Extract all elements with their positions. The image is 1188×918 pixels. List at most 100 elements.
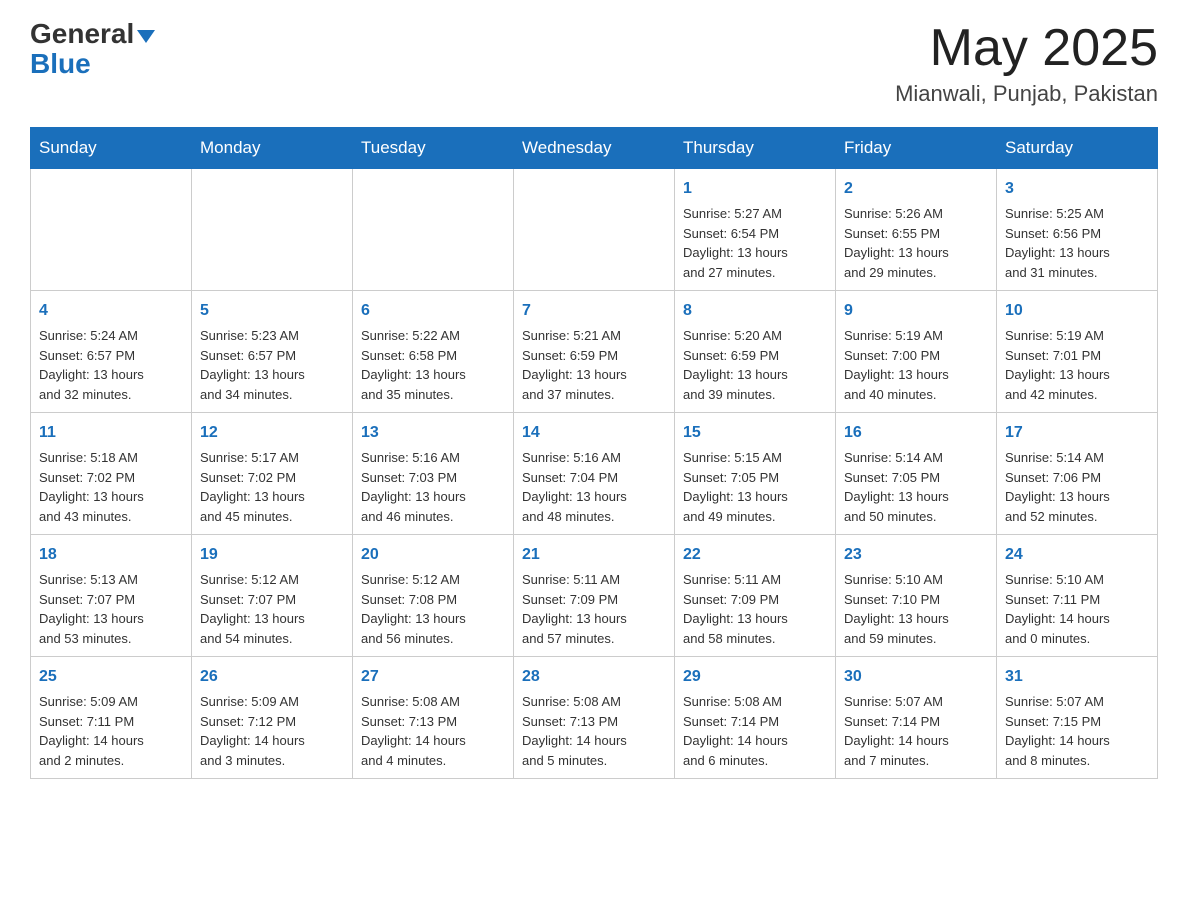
day-number: 9 [844,299,988,323]
day-number: 19 [200,543,344,567]
day-number: 24 [1005,543,1149,567]
day-number: 12 [200,421,344,445]
week-row-5: 25 Sunrise: 5:09 AM Sunset: 7:11 PM Dayli… [31,657,1158,779]
week-row-3: 11 Sunrise: 5:18 AM Sunset: 7:02 PM Dayli… [31,413,1158,535]
day-cell-22: 22 Sunrise: 5:11 AM Sunset: 7:09 PM Dayli… [675,535,836,657]
day-cell-3: 3 Sunrise: 5:25 AM Sunset: 6:56 PM Daylig… [997,169,1158,291]
location-title: Mianwali, Punjab, Pakistan [895,81,1158,107]
day-cell-12: 12Sunrise: 5:17 AM Sunset: 7:02 PM Dayli… [192,413,353,535]
day-info: Sunrise: 5:19 AM Sunset: 7:00 PM Dayligh… [844,326,988,404]
day-info: Sunrise: 5:10 AM Sunset: 7:11 PM Dayligh… [1005,570,1149,648]
day-info: Sunrise: 5:11 AM Sunset: 7:09 PM Dayligh… [522,570,666,648]
day-number: 31 [1005,665,1149,689]
day-info: Sunrise: 5:09 AM Sunset: 7:11 PM Dayligh… [39,692,183,770]
day-cell-15: 15Sunrise: 5:15 AM Sunset: 7:05 PM Dayli… [675,413,836,535]
day-number: 4 [39,299,183,323]
logo-general-text: General [30,20,155,48]
day-info: Sunrise: 5:24 AM Sunset: 6:57 PM Dayligh… [39,326,183,404]
day-cell-20: 20Sunrise: 5:12 AM Sunset: 7:08 PM Dayli… [353,535,514,657]
day-info: Sunrise: 5:26 AM Sunset: 6:55 PM Dayligh… [844,204,988,282]
day-number: 26 [200,665,344,689]
day-info: Sunrise: 5:22 AM Sunset: 6:58 PM Dayligh… [361,326,505,404]
day-cell-24: 24 Sunrise: 5:10 AM Sunset: 7:11 PM Dayli… [997,535,1158,657]
day-info: Sunrise: 5:09 AM Sunset: 7:12 PM Dayligh… [200,692,344,770]
day-number: 21 [522,543,666,567]
day-number: 2 [844,177,988,201]
day-info: Sunrise: 5:07 AM Sunset: 7:14 PM Dayligh… [844,692,988,770]
day-cell-30: 30 Sunrise: 5:07 AM Sunset: 7:14 PM Dayli… [836,657,997,779]
day-number: 23 [844,543,988,567]
day-number: 27 [361,665,505,689]
day-number: 10 [1005,299,1149,323]
header-friday: Friday [836,128,997,169]
day-cell-empty [192,169,353,291]
logo-blue-text: Blue [30,50,155,78]
header-sunday: Sunday [31,128,192,169]
day-number: 8 [683,299,827,323]
calendar-table: SundayMondayTuesdayWednesdayThursdayFrid… [30,127,1158,779]
day-cell-17: 17Sunrise: 5:14 AM Sunset: 7:06 PM Dayli… [997,413,1158,535]
day-number: 3 [1005,177,1149,201]
day-cell-19: 19 Sunrise: 5:12 AM Sunset: 7:07 PM Dayli… [192,535,353,657]
day-number: 16 [844,421,988,445]
day-info: Sunrise: 5:25 AM Sunset: 6:56 PM Dayligh… [1005,204,1149,282]
day-cell-4: 4 Sunrise: 5:24 AM Sunset: 6:57 PM Daylig… [31,291,192,413]
day-cell-13: 13 Sunrise: 5:16 AM Sunset: 7:03 PM Dayli… [353,413,514,535]
day-info: Sunrise: 5:18 AM Sunset: 7:02 PM Dayligh… [39,448,183,526]
day-info: Sunrise: 5:07 AM Sunset: 7:15 PM Dayligh… [1005,692,1149,770]
day-info: Sunrise: 5:08 AM Sunset: 7:14 PM Dayligh… [683,692,827,770]
day-cell-5: 5 Sunrise: 5:23 AM Sunset: 6:57 PM Daylig… [192,291,353,413]
header-tuesday: Tuesday [353,128,514,169]
day-info: Sunrise: 5:21 AM Sunset: 6:59 PM Dayligh… [522,326,666,404]
day-cell-29: 29Sunrise: 5:08 AM Sunset: 7:14 PM Dayli… [675,657,836,779]
day-number: 22 [683,543,827,567]
header-saturday: Saturday [997,128,1158,169]
day-info: Sunrise: 5:16 AM Sunset: 7:03 PM Dayligh… [361,448,505,526]
day-cell-25: 25 Sunrise: 5:09 AM Sunset: 7:11 PM Dayli… [31,657,192,779]
day-info: Sunrise: 5:10 AM Sunset: 7:10 PM Dayligh… [844,570,988,648]
day-info: Sunrise: 5:08 AM Sunset: 7:13 PM Dayligh… [522,692,666,770]
day-info: Sunrise: 5:27 AM Sunset: 6:54 PM Dayligh… [683,204,827,282]
week-row-2: 4 Sunrise: 5:24 AM Sunset: 6:57 PM Daylig… [31,291,1158,413]
day-cell-empty [31,169,192,291]
day-cell-18: 18 Sunrise: 5:13 AM Sunset: 7:07 PM Dayli… [31,535,192,657]
day-cell-empty [353,169,514,291]
day-cell-14: 14Sunrise: 5:16 AM Sunset: 7:04 PM Dayli… [514,413,675,535]
day-cell-28: 28 Sunrise: 5:08 AM Sunset: 7:13 PM Dayli… [514,657,675,779]
day-cell-6: 6Sunrise: 5:22 AM Sunset: 6:58 PM Daylig… [353,291,514,413]
header-thursday: Thursday [675,128,836,169]
calendar-header-row: SundayMondayTuesdayWednesdayThursdayFrid… [31,128,1158,169]
title-section: May 2025 Mianwali, Punjab, Pakistan [895,20,1158,107]
header-wednesday: Wednesday [514,128,675,169]
day-cell-23: 23 Sunrise: 5:10 AM Sunset: 7:10 PM Dayli… [836,535,997,657]
day-number: 17 [1005,421,1149,445]
day-number: 14 [522,421,666,445]
day-info: Sunrise: 5:12 AM Sunset: 7:08 PM Dayligh… [361,570,505,648]
day-cell-7: 7 Sunrise: 5:21 AM Sunset: 6:59 PM Daylig… [514,291,675,413]
day-number: 28 [522,665,666,689]
day-number: 15 [683,421,827,445]
day-cell-21: 21 Sunrise: 5:11 AM Sunset: 7:09 PM Dayli… [514,535,675,657]
page-header: General Blue May 2025 Mianwali, Punjab, … [30,20,1158,107]
day-info: Sunrise: 5:23 AM Sunset: 6:57 PM Dayligh… [200,326,344,404]
day-info: Sunrise: 5:11 AM Sunset: 7:09 PM Dayligh… [683,570,827,648]
day-cell-empty [514,169,675,291]
week-row-1: 1 Sunrise: 5:27 AM Sunset: 6:54 PM Daylig… [31,169,1158,291]
day-number: 25 [39,665,183,689]
day-number: 30 [844,665,988,689]
day-number: 7 [522,299,666,323]
day-cell-2: 2 Sunrise: 5:26 AM Sunset: 6:55 PM Daylig… [836,169,997,291]
day-cell-27: 27Sunrise: 5:08 AM Sunset: 7:13 PM Dayli… [353,657,514,779]
month-title: May 2025 [895,20,1158,77]
day-number: 18 [39,543,183,567]
day-number: 13 [361,421,505,445]
day-number: 11 [39,421,183,445]
day-cell-8: 8Sunrise: 5:20 AM Sunset: 6:59 PM Daylig… [675,291,836,413]
day-cell-26: 26 Sunrise: 5:09 AM Sunset: 7:12 PM Dayli… [192,657,353,779]
day-info: Sunrise: 5:14 AM Sunset: 7:05 PM Dayligh… [844,448,988,526]
day-info: Sunrise: 5:13 AM Sunset: 7:07 PM Dayligh… [39,570,183,648]
day-number: 1 [683,177,827,201]
day-cell-31: 31 Sunrise: 5:07 AM Sunset: 7:15 PM Dayli… [997,657,1158,779]
day-info: Sunrise: 5:12 AM Sunset: 7:07 PM Dayligh… [200,570,344,648]
day-number: 5 [200,299,344,323]
